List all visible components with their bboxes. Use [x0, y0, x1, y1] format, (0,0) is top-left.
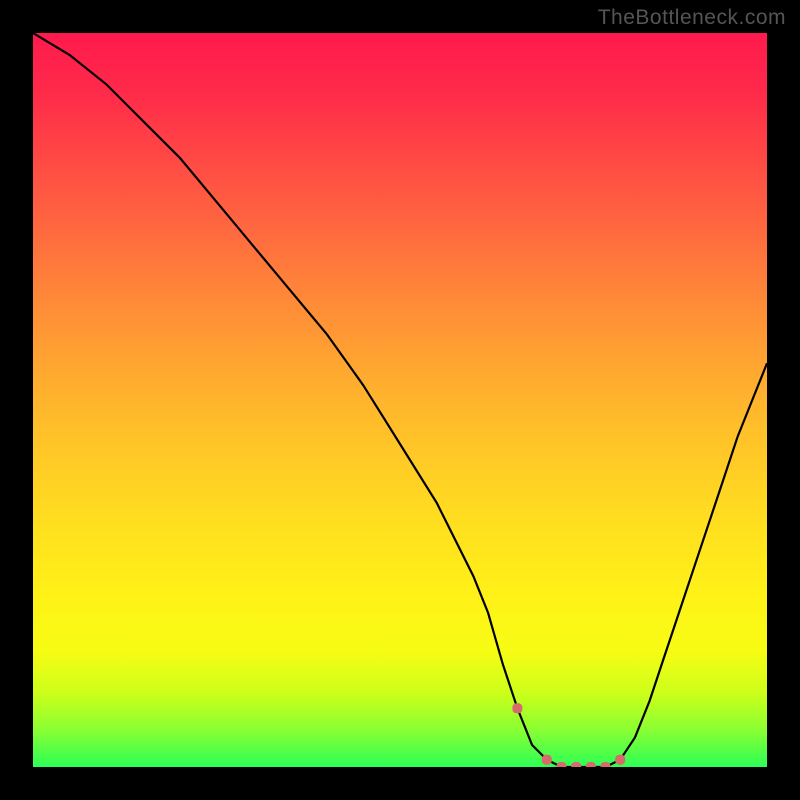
marker-dot — [571, 762, 581, 767]
marker-dot — [557, 762, 567, 767]
marker-dot — [586, 762, 596, 767]
bottleneck-curve-path — [33, 33, 767, 767]
chart-plot-area — [33, 33, 767, 767]
watermark-text: TheBottleneck.com — [598, 6, 786, 30]
marker-dot — [601, 762, 611, 767]
marker-dot — [615, 755, 625, 765]
chart-svg — [33, 33, 767, 767]
marker-dot — [512, 703, 522, 713]
marker-dot — [542, 755, 552, 765]
